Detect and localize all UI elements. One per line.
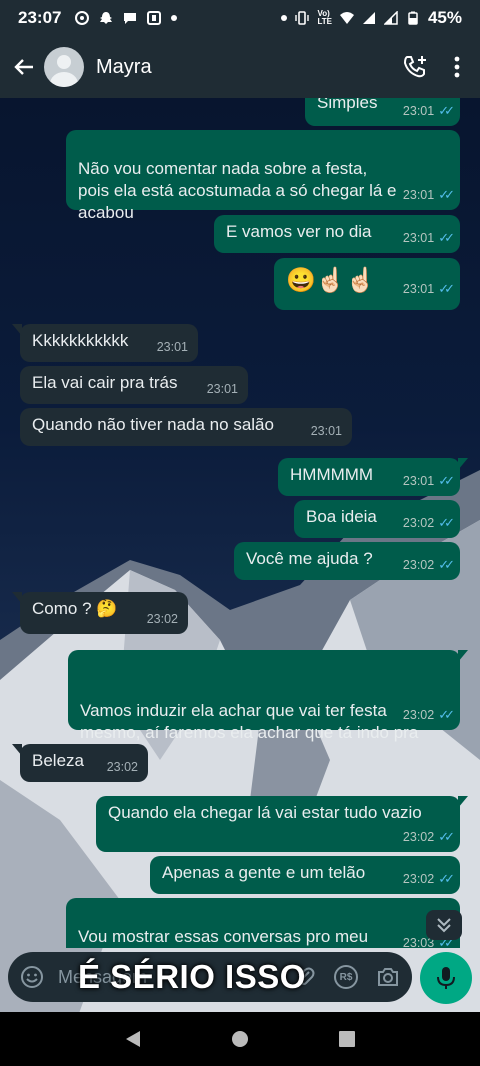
notification-icon (75, 11, 90, 25)
message-time: 23:02 (402, 830, 435, 844)
message-bubble[interactable]: Boa ideia 23:02 ✓✓ (294, 500, 460, 538)
read-ticks-icon: ✓✓ (438, 829, 455, 844)
message-time: 23:02 (146, 612, 178, 626)
message-time: 23:01 (402, 188, 435, 202)
message-bubble[interactable]: HMMMMM 23:01 ✓✓ (278, 458, 468, 496)
read-ticks-icon: ✓✓ (438, 187, 455, 202)
message-time: 23:01 (402, 282, 435, 296)
message-bubble[interactable]: E vamos ver no dia 23:01 ✓✓ (214, 215, 460, 253)
snapchat-icon (100, 12, 113, 24)
read-ticks-icon: ✓✓ (438, 230, 455, 245)
more-notifications-dot (171, 15, 178, 21)
message-bubble[interactable]: Como ? 🤔 23:02 (12, 592, 188, 634)
nav-recents-icon[interactable] (338, 1030, 356, 1048)
battery-icon (408, 11, 418, 25)
message-bubble[interactable]: Beleza 23:02 (12, 744, 148, 782)
message-time: 23:01 (402, 231, 435, 245)
read-ticks-icon: ✓✓ (438, 515, 455, 530)
voice-message-button[interactable] (420, 952, 472, 1004)
message-time: 23:01 (402, 474, 435, 488)
message-time: 23:01 (156, 340, 188, 354)
message-bubble[interactable]: Ela vai cair pra trás 23:01 (20, 366, 248, 404)
avatar[interactable] (44, 47, 84, 87)
message-list[interactable]: Simples 23:01 ✓✓ Não vou comentar nada so… (0, 98, 480, 948)
vibrate-icon (295, 11, 310, 25)
chat-header: Mayra (0, 36, 480, 98)
nav-home-icon[interactable] (231, 1030, 249, 1048)
message-bubble[interactable]: Não vou comentar nada sobre a festa, poi… (66, 130, 460, 222)
overlay-caption: É SÉRIO ISSO (78, 958, 306, 995)
more-vert-icon[interactable] (454, 56, 460, 78)
message-bubble[interactable]: Vamos induzir ela achar que vai ter fest… (68, 650, 468, 764)
read-ticks-icon: ✓✓ (438, 871, 455, 886)
message-bubble[interactable]: Apenas a gente e um telão 23:02 ✓✓ (150, 856, 460, 894)
message-time: 23:02 (402, 708, 435, 722)
message-text: Vou mostrar essas conversas pro meu mari… (78, 927, 369, 946)
read-ticks-icon: ✓✓ (438, 281, 455, 296)
message-time: 23:01 (206, 382, 238, 396)
back-button[interactable] (12, 55, 36, 79)
payment-icon[interactable]: R$ (334, 965, 358, 989)
nav-back-icon[interactable] (124, 1030, 142, 1048)
status-time: 23:07 (18, 8, 62, 27)
app-icon (147, 11, 162, 25)
contact-name[interactable]: Mayra (96, 56, 152, 79)
back-arrow-icon (14, 59, 33, 75)
camera-icon[interactable] (376, 966, 400, 988)
message-bubble[interactable]: Kkkkkkkkkkk 23:01 (12, 324, 198, 362)
message-bubble[interactable]: Você me ajuda ? 23:02 ✓✓ (234, 542, 460, 580)
message-time: 23:02 (402, 872, 435, 886)
message-text: Quando não tiver nada no salão (32, 415, 274, 434)
scroll-to-bottom-button[interactable] (426, 910, 462, 940)
message-time: 23:01 (310, 424, 342, 438)
system-navigation-bar (0, 1012, 480, 1066)
read-ticks-icon: ✓✓ (438, 707, 455, 722)
status-bar: 23:07 Vo) LTE 45% (0, 0, 480, 36)
signal-icon (362, 12, 375, 24)
wifi-icon (339, 12, 354, 24)
message-bubble[interactable]: Simples 23:01 ✓✓ (305, 98, 460, 126)
read-ticks-icon: ✓✓ (438, 557, 455, 572)
message-text: Quando ela chegar lá vai estar tudo vazi… (108, 803, 422, 822)
add-call-icon[interactable] (402, 54, 428, 80)
emoji-icon[interactable] (20, 965, 44, 989)
mic-icon (437, 967, 455, 989)
message-time: 23:02 (402, 558, 435, 572)
message-bubble[interactable]: Vou mostrar essas conversas pro meu mari… (66, 898, 460, 948)
message-time: 23:02 (106, 760, 138, 774)
message-text: Ela vai cair pra trás (32, 373, 178, 392)
message-bubble[interactable]: Quando não tiver nada no salão 23:01 (20, 408, 352, 446)
volte-icon: Vo) LTE (317, 9, 332, 26)
double-chevron-down-icon (437, 918, 451, 933)
message-icon (124, 13, 137, 24)
message-bubble[interactable]: 😀☝🏻☝🏻 23:01 ✓✓ (274, 258, 460, 310)
message-time: 23:02 (402, 516, 435, 530)
signal-2-icon (383, 11, 398, 25)
message-bubble[interactable]: Quando ela chegar lá vai estar tudo vazi… (96, 796, 468, 852)
message-time: 23:01 (402, 104, 435, 118)
read-ticks-icon: ✓✓ (438, 473, 455, 488)
battery-level: 45% (427, 8, 462, 27)
status-dot (281, 15, 288, 21)
read-ticks-icon: ✓✓ (438, 103, 455, 118)
